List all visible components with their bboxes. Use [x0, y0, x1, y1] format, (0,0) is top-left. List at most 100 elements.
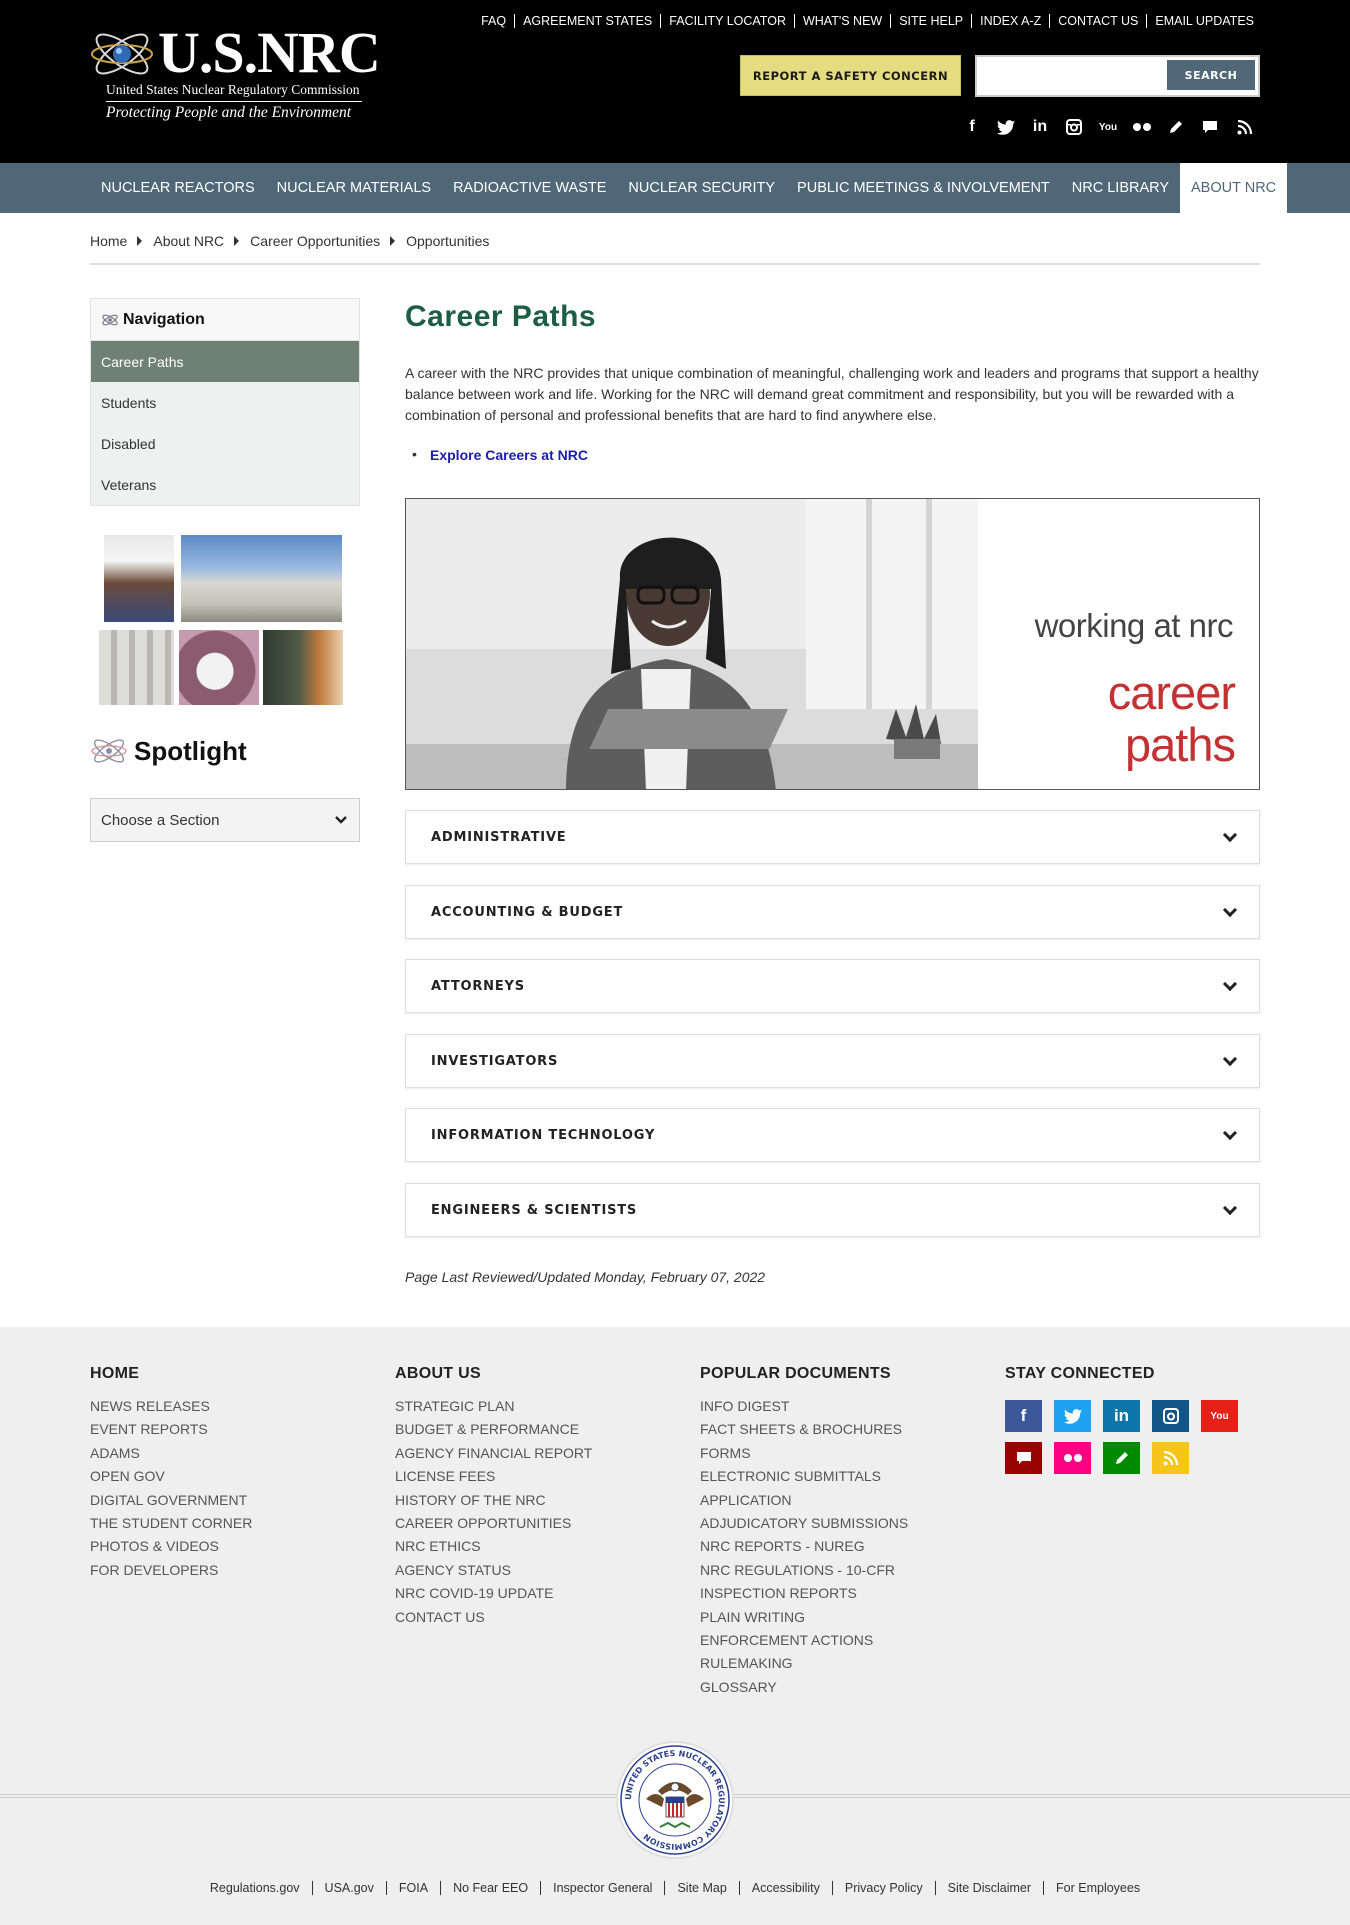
- footer-link[interactable]: THE STUDENT CORNER: [90, 1512, 252, 1535]
- twitter-icon[interactable]: [996, 117, 1016, 137]
- footer-link[interactable]: NRC ETHICS: [395, 1535, 592, 1558]
- utility-link-facility-locator[interactable]: FACILITY LOCATOR: [660, 14, 794, 28]
- rss-icon[interactable]: [1152, 1442, 1189, 1474]
- footer-link[interactable]: ENFORCEMENT ACTIONS: [700, 1629, 908, 1652]
- footer-link[interactable]: LICENSE FEES: [395, 1465, 592, 1488]
- legal-link[interactable]: USA.gov: [311, 1881, 386, 1895]
- footer-link[interactable]: ADAMS: [90, 1442, 252, 1465]
- footer-link[interactable]: CONTACT US: [395, 1606, 592, 1629]
- linkedin-icon[interactable]: in: [1103, 1400, 1140, 1432]
- footer-link[interactable]: AGENCY FINANCIAL REPORT: [395, 1442, 592, 1465]
- instagram-icon[interactable]: [1152, 1400, 1189, 1432]
- footer-link[interactable]: FACT SHEETS & BROCHURES: [700, 1418, 908, 1441]
- comment-icon[interactable]: [1200, 117, 1220, 137]
- footer-link[interactable]: CAREER OPPORTUNITIES: [395, 1512, 592, 1535]
- footer-heading-popular-documents[interactable]: POPULAR DOCUMENTS: [700, 1365, 908, 1383]
- utility-link-faq[interactable]: FAQ: [473, 14, 514, 28]
- search-button[interactable]: SEARCH: [1167, 60, 1255, 90]
- nrc-logo[interactable]: U.S.NRC United States Nuclear Regulatory…: [88, 18, 381, 126]
- footer-heading-about-us[interactable]: ABOUT US: [395, 1365, 592, 1383]
- nav-nuclear-security[interactable]: NUCLEAR SECURITY: [617, 163, 786, 213]
- footer-link[interactable]: APPLICATION: [700, 1489, 908, 1512]
- nav-nuclear-materials[interactable]: NUCLEAR MATERIALS: [266, 163, 442, 213]
- comment-icon[interactable]: [1005, 1442, 1042, 1474]
- sidebar-item-disabled[interactable]: Disabled: [91, 423, 359, 464]
- facebook-icon[interactable]: f: [1005, 1400, 1042, 1432]
- footer-link[interactable]: EVENT REPORTS: [90, 1418, 252, 1441]
- footer-link[interactable]: ADJUDICATORY SUBMISSIONS: [700, 1512, 908, 1535]
- breadcrumb-divider: [90, 263, 1260, 265]
- blog-pencil-icon[interactable]: [1103, 1442, 1140, 1474]
- footer-link[interactable]: NEWS RELEASES: [90, 1395, 252, 1418]
- utility-link-agreement-states[interactable]: AGREEMENT STATES: [514, 14, 660, 28]
- sidebar-item-students[interactable]: Students: [91, 382, 359, 423]
- twitter-icon[interactable]: [1054, 1400, 1091, 1432]
- footer-link[interactable]: GLOSSARY: [700, 1676, 908, 1699]
- legal-link[interactable]: Site Map: [664, 1881, 738, 1895]
- utility-link-site-help[interactable]: SITE HELP: [890, 14, 971, 28]
- youtube-icon[interactable]: You: [1098, 117, 1118, 137]
- accordion-attorneys[interactable]: ATTORNEYS: [405, 959, 1260, 1013]
- breadcrumb-about-nrc[interactable]: About NRC: [153, 233, 224, 249]
- youtube-icon[interactable]: You: [1201, 1400, 1238, 1432]
- footer-link[interactable]: AGENCY STATUS: [395, 1559, 592, 1582]
- rss-icon[interactable]: [1234, 117, 1254, 137]
- footer-link[interactable]: STRATEGIC PLAN: [395, 1395, 592, 1418]
- nav-nrc-library[interactable]: NRC LIBRARY: [1061, 163, 1180, 213]
- linkedin-icon[interactable]: in: [1030, 117, 1050, 137]
- legal-link[interactable]: Site Disclaimer: [934, 1881, 1043, 1895]
- legal-link[interactable]: Regulations.gov: [198, 1881, 312, 1895]
- breadcrumb-career-opportunities[interactable]: Career Opportunities: [250, 233, 380, 249]
- report-safety-concern-button[interactable]: REPORT A SAFETY CONCERN: [740, 55, 961, 96]
- utility-link-email-updates[interactable]: EMAIL UPDATES: [1146, 14, 1256, 28]
- legal-link[interactable]: Privacy Policy: [831, 1881, 935, 1895]
- nav-about-nrc[interactable]: ABOUT NRC: [1180, 163, 1288, 213]
- footer-link[interactable]: PLAIN WRITING: [700, 1606, 908, 1629]
- footer-link[interactable]: BUDGET & PERFORMANCE: [395, 1418, 592, 1441]
- accordion-investigators[interactable]: INVESTIGATORS: [405, 1034, 1260, 1088]
- footer-link[interactable]: FORMS: [700, 1442, 908, 1465]
- footer-link[interactable]: OPEN GOV: [90, 1465, 252, 1488]
- accordion-accounting-budget[interactable]: ACCOUNTING & BUDGET: [405, 885, 1260, 939]
- accordion-administrative[interactable]: ADMINISTRATIVE: [405, 810, 1260, 864]
- legal-link[interactable]: Accessibility: [738, 1881, 832, 1895]
- search-input[interactable]: [983, 63, 1143, 89]
- footer-link[interactable]: INSPECTION REPORTS: [700, 1582, 908, 1605]
- footer-heading-home[interactable]: HOME: [90, 1365, 252, 1383]
- footer-link[interactable]: HISTORY OF THE NRC: [395, 1489, 592, 1512]
- choose-section-select[interactable]: Choose a Section: [90, 798, 360, 842]
- legal-link[interactable]: For Employees: [1043, 1881, 1152, 1895]
- instagram-icon[interactable]: [1064, 117, 1084, 137]
- nav-public-meetings[interactable]: PUBLIC MEETINGS & INVOLVEMENT: [786, 163, 1061, 213]
- accordion-engineers-scientists[interactable]: ENGINEERS & SCIENTISTS: [405, 1183, 1260, 1237]
- footer-link[interactable]: NRC COVID-19 UPDATE: [395, 1582, 592, 1605]
- footer-link[interactable]: NRC REPORTS - NUREG: [700, 1535, 908, 1558]
- sidebar-navigation: Navigation Career Paths Students Disable…: [90, 298, 360, 506]
- blog-pencil-icon[interactable]: [1166, 117, 1186, 137]
- flickr-icon[interactable]: [1054, 1442, 1091, 1474]
- legal-link[interactable]: Inspector General: [540, 1881, 664, 1895]
- nav-nuclear-reactors[interactable]: NUCLEAR REACTORS: [90, 163, 266, 213]
- sidebar-item-veterans[interactable]: Veterans: [91, 464, 359, 505]
- explore-careers-link[interactable]: Explore Careers at NRC: [412, 446, 588, 463]
- footer-link[interactable]: DIGITAL GOVERNMENT: [90, 1489, 252, 1512]
- utility-link-contact-us[interactable]: CONTACT US: [1049, 14, 1146, 28]
- page-title: Career Paths: [405, 300, 597, 333]
- footer-link[interactable]: ELECTRONIC SUBMITTALS: [700, 1465, 908, 1488]
- footer-link[interactable]: RULEMAKING: [700, 1652, 908, 1675]
- footer-link[interactable]: PHOTOS & VIDEOS: [90, 1535, 252, 1558]
- flickr-icon[interactable]: [1132, 117, 1152, 137]
- accordion-information-technology[interactable]: INFORMATION TECHNOLOGY: [405, 1108, 1260, 1162]
- footer-link[interactable]: FOR DEVELOPERS: [90, 1559, 252, 1582]
- sidebar-item-career-paths[interactable]: Career Paths: [91, 341, 359, 382]
- facebook-icon[interactable]: f: [962, 117, 982, 137]
- footer-link[interactable]: NRC REGULATIONS - 10-CFR: [700, 1559, 908, 1582]
- breadcrumb-home[interactable]: Home: [90, 233, 127, 249]
- legal-link[interactable]: FOIA: [385, 1881, 440, 1895]
- footer-link[interactable]: INFO DIGEST: [700, 1395, 908, 1418]
- utility-link-index-a-z[interactable]: INDEX A-Z: [971, 14, 1049, 28]
- legal-link[interactable]: No Fear EEO: [440, 1881, 540, 1895]
- utility-link-whats-new[interactable]: WHAT'S NEW: [793, 14, 890, 28]
- nav-radioactive-waste[interactable]: RADIOACTIVE WASTE: [442, 163, 617, 213]
- header-social-links: f in You: [962, 117, 1254, 137]
